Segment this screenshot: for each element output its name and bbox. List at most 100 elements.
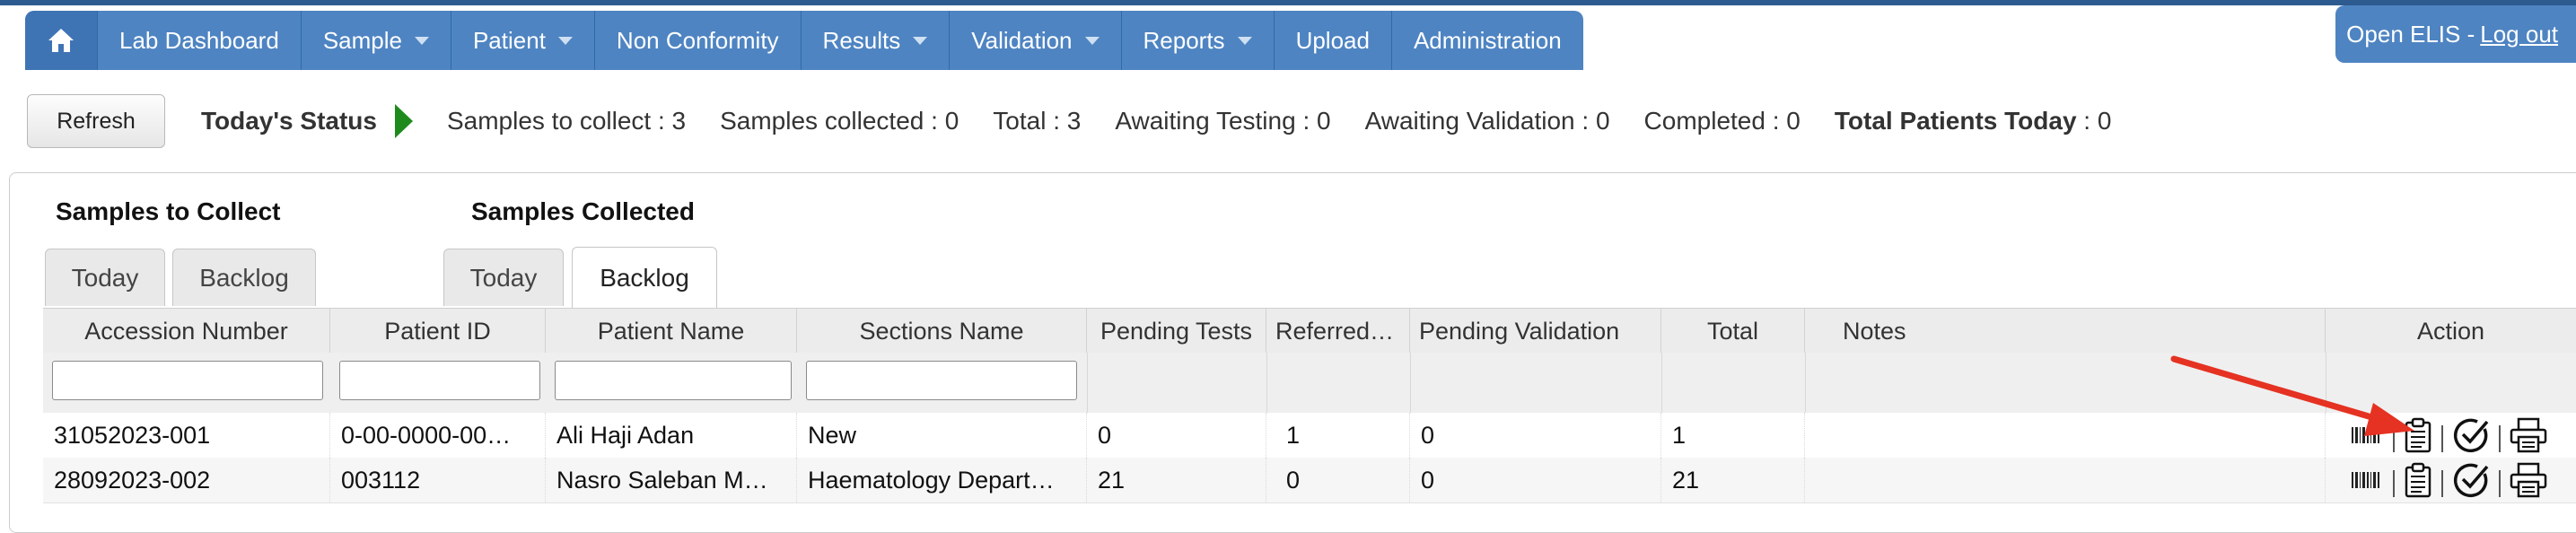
nav-reports[interactable]: Reports [1122, 11, 1275, 70]
stat-awaiting-validation: Awaiting Validation : 0 [1364, 107, 1610, 135]
cell-notes [1805, 458, 2326, 502]
col-patient-name[interactable]: Patient Name [546, 309, 797, 354]
column-divider [1661, 353, 1662, 413]
top-accent-line [0, 0, 2576, 5]
row-actions [2348, 458, 2547, 502]
cell-sections-name: New [797, 413, 1087, 458]
cell-patient-id: 0-00-0000-00… [330, 413, 546, 458]
stat-label: Total [993, 107, 1047, 135]
cell-patient-name: Nasro Saleban M… [546, 458, 797, 502]
clipboard-icon[interactable] [2404, 417, 2432, 453]
stat-total-patients-today: Total Patients Today : 0 [1834, 107, 2112, 135]
nav-upload[interactable]: Upload [1275, 11, 1392, 70]
status-title: Today's Status [201, 107, 377, 135]
nav-patient[interactable]: Patient [451, 11, 595, 70]
check-circle-icon[interactable] [2452, 416, 2490, 454]
nav-validation[interactable]: Validation [950, 11, 1122, 70]
action-separator [2441, 470, 2443, 497]
stat-label: Awaiting Validation [1364, 107, 1575, 135]
chevron-down-icon [557, 36, 573, 45]
action-separator [2393, 470, 2395, 497]
cell-total: 21 [1661, 458, 1805, 502]
nav-results[interactable]: Results [802, 11, 951, 70]
stat-value: 0 [1786, 107, 1801, 135]
nav-sample[interactable]: Sample [302, 11, 451, 70]
cell-pending-tests: 0 [1087, 413, 1266, 458]
cell-referred: 0 [1266, 458, 1410, 502]
filter-patient-name[interactable] [555, 361, 792, 400]
grid-header: Accession Number Patient ID Patient Name… [43, 308, 2576, 354]
col-pending-tests[interactable]: Pending Tests [1087, 309, 1266, 354]
nav-label: Results [822, 26, 901, 54]
cell-patient-name: Ali Haji Adan [546, 413, 797, 458]
main-menu: Lab Dashboard Sample Patient Non Conform… [25, 11, 1583, 70]
clipboard-icon[interactable] [2404, 462, 2432, 498]
col-sections-name[interactable]: Sections Name [797, 309, 1087, 354]
chevron-down-icon [1084, 36, 1100, 45]
col-notes[interactable]: Notes [1805, 309, 2326, 354]
printer-icon[interactable] [2510, 417, 2547, 453]
cell-total: 1 [1661, 413, 1805, 458]
table-row[interactable]: 28092023-002 003112 Nasro Saleban M… Hae… [43, 458, 2576, 503]
stat-samples-collected: Samples collected : 0 [720, 107, 959, 135]
filter-patient-id[interactable] [339, 361, 540, 400]
stat-value: 0 [1595, 107, 1610, 135]
tab-collect-today[interactable]: Today [45, 249, 165, 306]
nav-label: Non Conformity [616, 26, 779, 54]
barcode-icon[interactable] [2348, 465, 2384, 495]
home-icon [48, 29, 74, 52]
table-row[interactable]: 31052023-001 0-00-0000-00… Ali Haji Adan… [43, 413, 2576, 459]
cell-notes [1805, 413, 2326, 458]
action-separator [2393, 425, 2395, 452]
col-total[interactable]: Total [1661, 309, 1805, 354]
stat-awaiting-testing: Awaiting Testing : 0 [1115, 107, 1331, 135]
nav-label: Sample [322, 26, 402, 54]
stat-value: 0 [944, 107, 959, 135]
action-separator [2499, 470, 2501, 497]
logout-link[interactable]: Log out [2480, 21, 2558, 48]
todays-status-bar: Refresh Today's Status Samples to collec… [27, 93, 2111, 149]
col-accession-number[interactable]: Accession Number [43, 309, 330, 354]
col-pending-validation[interactable]: Pending Validation [1410, 309, 1661, 354]
col-action: Action [2416, 317, 2485, 345]
nav-label: Validation [971, 26, 1073, 54]
tab-collect-backlog[interactable]: Backlog [172, 249, 316, 306]
action-separator [2499, 425, 2501, 452]
cell-sections-name: Haematology Depart… [797, 458, 1087, 502]
nav-lab-dashboard[interactable]: Lab Dashboard [98, 11, 302, 70]
cell-patient-id: 003112 [330, 458, 546, 502]
stat-completed: Completed : 0 [1643, 107, 1801, 135]
filter-accession-number[interactable] [52, 361, 323, 400]
filter-sections-name[interactable] [806, 361, 1077, 400]
col-patient-id[interactable]: Patient ID [330, 309, 546, 354]
column-divider [1087, 353, 1088, 413]
col-referred[interactable]: Referred… [1266, 309, 1410, 354]
cell-pending-validation: 0 [1410, 458, 1661, 502]
nav-administration[interactable]: Administration [1392, 11, 1583, 70]
tab-collected-today[interactable]: Today [443, 249, 564, 306]
brand-name: Open ELIS - [2346, 20, 2475, 48]
row-actions [2348, 413, 2547, 458]
cell-accession-number: 31052023-001 [43, 413, 330, 458]
nav-non-conformity[interactable]: Non Conformity [595, 11, 802, 70]
barcode-icon[interactable] [2348, 420, 2384, 450]
action-separator [2441, 425, 2443, 452]
printer-icon[interactable] [2510, 462, 2547, 498]
cell-accession-number: 28092023-002 [43, 458, 330, 502]
refresh-button[interactable]: Refresh [27, 94, 165, 148]
stat-value: 3 [671, 107, 687, 135]
column-divider [1266, 353, 1267, 413]
cell-pending-validation: 0 [1410, 413, 1661, 458]
chevron-down-icon [913, 36, 928, 45]
cell-pending-tests: 21 [1087, 458, 1266, 502]
chevron-down-icon [414, 36, 429, 45]
play-arrow-icon [394, 104, 413, 138]
tab-collected-backlog[interactable]: Backlog [572, 247, 717, 308]
samples-collected-title: Samples Collected [471, 197, 695, 225]
samples-to-collect-title: Samples to Collect [56, 197, 281, 225]
home-button[interactable] [25, 11, 98, 70]
stat-label: Samples collected [720, 107, 924, 135]
stat-label: Total Patients Today [1834, 107, 2077, 135]
check-circle-icon[interactable] [2452, 461, 2490, 499]
column-divider [1805, 353, 1806, 413]
